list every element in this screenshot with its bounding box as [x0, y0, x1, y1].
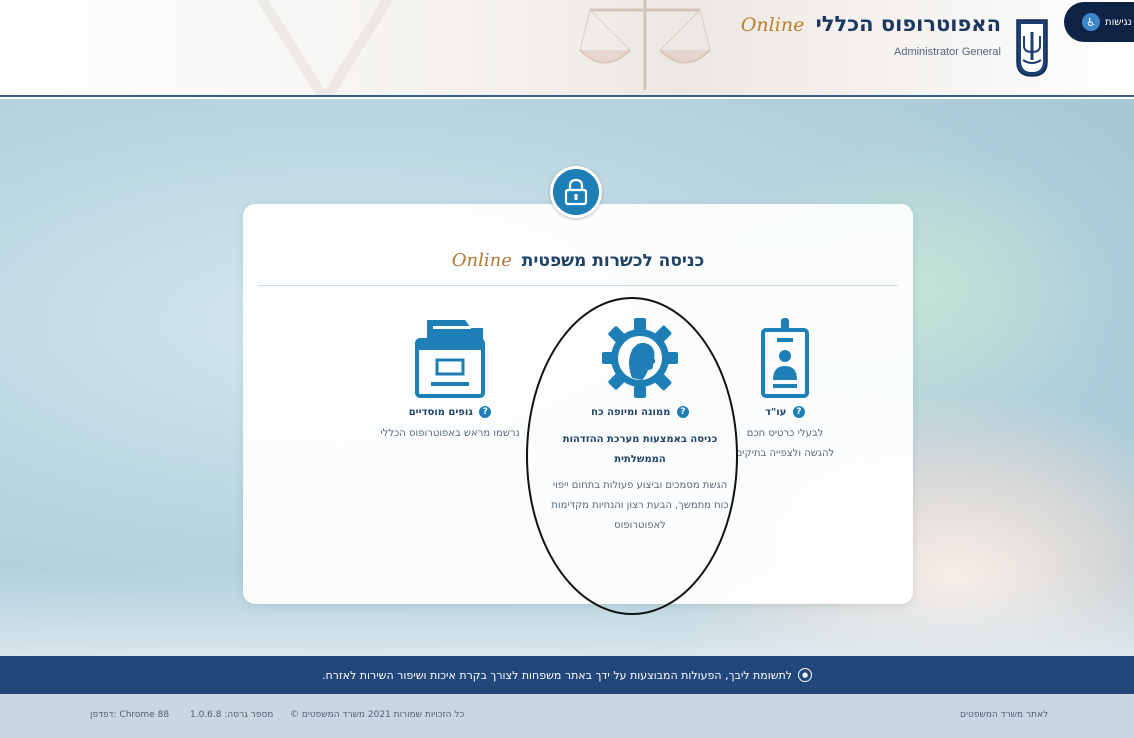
brand-title-text: האפוטרופוס הכללי	[815, 12, 1001, 36]
state-emblem-icon	[1016, 19, 1048, 77]
option-institutions[interactable]: ? גופים מוסדיים נרשמו מראש באפוטרופוס הכ…	[370, 318, 530, 444]
question-icon[interactable]: ?	[479, 406, 492, 418]
option-institutions-title: ? גופים מוסדיים	[370, 406, 530, 418]
accessibility-icon: ♿	[1082, 13, 1100, 31]
browser-text: דפדפן: Chrome 88	[90, 710, 170, 720]
notice-bar: ● לתשומת ליבך, הפעולות המבוצעות על ידך ב…	[0, 656, 1134, 694]
brand-title: האפוטרופוס הכללי Online	[741, 12, 1001, 36]
lock-icon	[550, 166, 602, 218]
brand-online-wordmark: Online	[740, 14, 805, 36]
accessibility-button[interactable]: ♿ נגישות	[1064, 2, 1134, 42]
site-header: האפוטרופוס הכללי Online Administrator Ge…	[0, 0, 1134, 97]
id-badge-icon	[761, 318, 809, 398]
brand-subtitle: Administrator General	[894, 46, 1001, 58]
header-decoration	[256, 0, 394, 95]
hand-drawn-circle-annotation	[526, 297, 738, 615]
option-lawyer-title-text: עו"ד	[765, 407, 787, 418]
option-lawyer-description: לבעלי כרטיס חכם להגשה ולצפייה בתיקים	[735, 428, 835, 459]
option-institutions-description: נרשמו מראש באפוטרופוס הכללי	[380, 428, 520, 439]
copyright-text: כל הזכויות שמורות 2021 משרד המשפטים ©	[290, 710, 465, 720]
card-title: כניסה לכשרות משפטית Online	[243, 250, 913, 271]
accessibility-label: נגישות	[1105, 16, 1132, 28]
ministry-link[interactable]: לאתר משרד המשפטים	[960, 710, 1048, 720]
site-brand[interactable]: האפוטרופוס הכללי Online Administrator Ge…	[741, 12, 1001, 58]
card-title-text: כניסה לכשרות משפטית	[521, 251, 705, 271]
option-institutions-title-text: גופים מוסדיים	[408, 407, 473, 418]
scales-of-justice-decoration	[579, 0, 711, 90]
version-text: מספר גרסה: 1.0.6.8	[190, 710, 274, 720]
option-lawyer[interactable]: ? עו"ד לבעלי כרטיס חכם להגשה ולצפייה בתי…	[735, 318, 835, 464]
notice-text: לתשומת ליבך, הפעולות המבוצעות על ידך באת…	[321, 668, 793, 682]
info-circle-icon: ●	[798, 668, 813, 682]
site-footer: לאתר משרד המשפטים כל הזכויות שמורות 2021…	[0, 694, 1134, 738]
option-lawyer-title: ? עו"ד	[735, 406, 835, 418]
card-divider	[258, 285, 898, 286]
question-icon[interactable]: ?	[792, 406, 805, 418]
card-online-wordmark: Online	[451, 250, 512, 271]
file-cabinet-icon	[415, 320, 485, 398]
